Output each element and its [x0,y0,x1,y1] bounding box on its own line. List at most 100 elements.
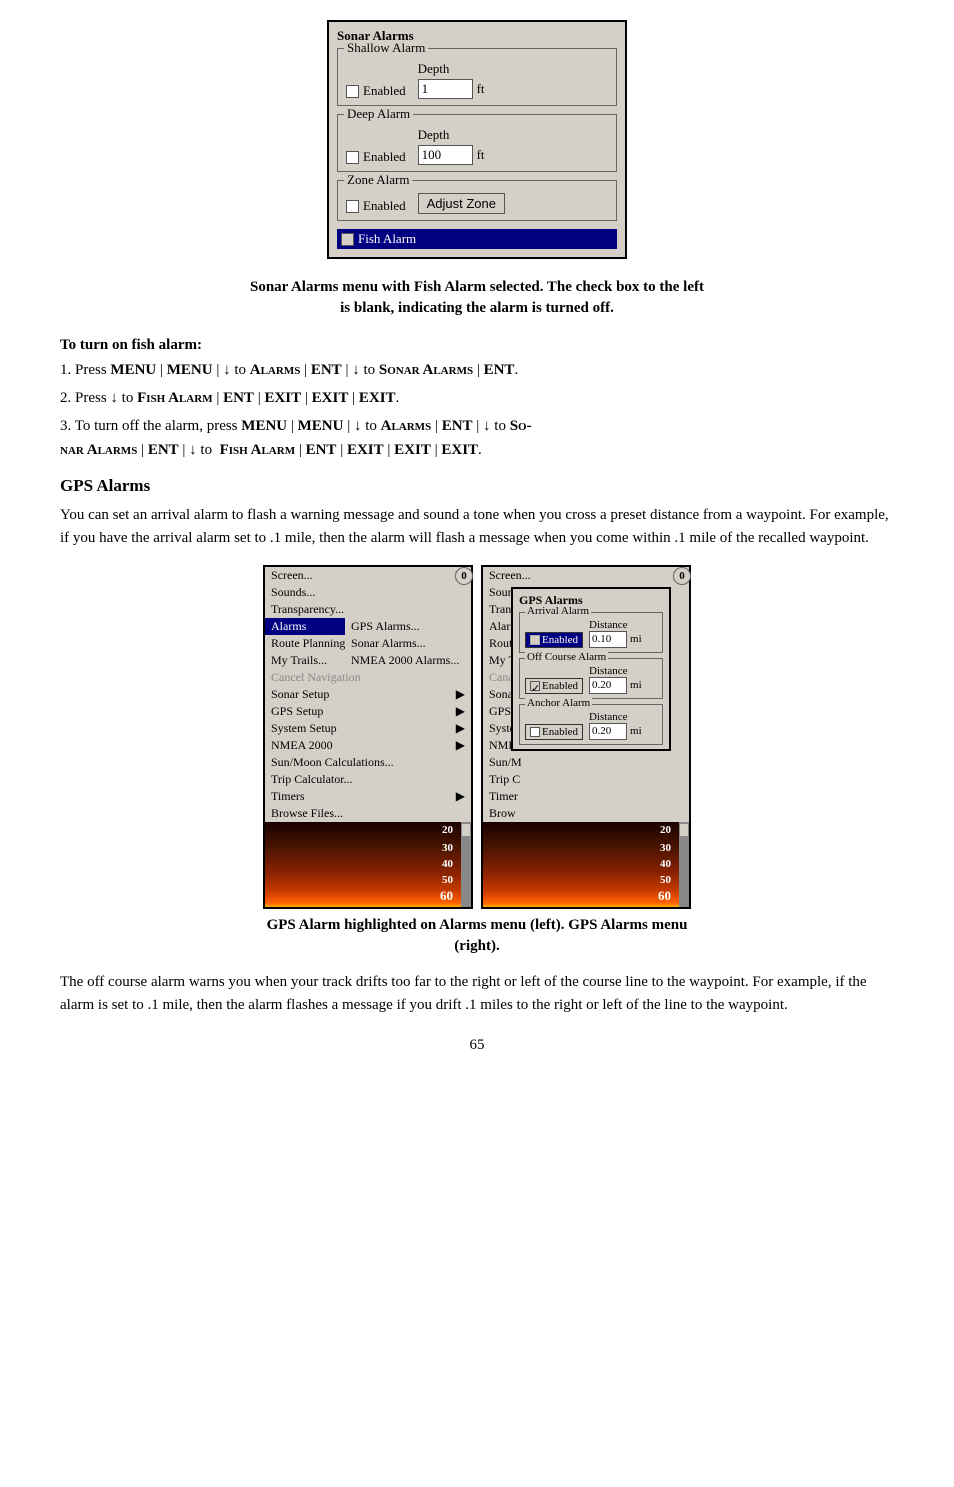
right-sonar-20: 20 [660,824,671,836]
right-browse[interactable]: Brow [483,805,689,822]
left-gps-setup[interactable]: GPS Setup ▶ [265,703,471,720]
deep-depth-input[interactable]: 100 [418,145,473,165]
fish-alarm-checkbox[interactable] [341,233,354,246]
left-sonar-alarms-sub[interactable]: Sonar Alarms... [345,635,471,652]
offcourse-enabled-box[interactable]: ✓Enabled [525,678,583,694]
deep-alarm-title: Deep Alarm [344,106,413,122]
arrival-row: Enabled Distance 0.10 mi [525,619,657,648]
right-screen[interactable]: Screen... ▶ [483,567,689,584]
offcourse-alarm-title: Off Course Alarm [525,651,608,663]
zone-enabled-label: Enabled [363,198,406,214]
adjust-zone-button[interactable]: Adjust Zone [418,193,505,214]
shallow-depth-input[interactable]: 1 [418,79,473,99]
left-timers[interactable]: Timers ▶ [265,788,471,805]
right-sonar-bg: 20 30 40 50 60 [483,822,689,907]
shallow-alarm-row: Enabled Depth 1 ft [346,61,608,99]
right-scrollbar[interactable] [679,822,689,907]
deep-alarm-row: Enabled Depth 100 ft [346,127,608,165]
left-cancel-nav: Cancel Navigation [265,669,471,686]
arrival-alarm-title: Arrival Alarm [525,605,591,617]
deep-enabled-group: Enabled [346,149,406,165]
offcourse-row: ✓Enabled Distance 0.20 mi [525,665,657,694]
anchor-dist-row: 0.20 mi [589,723,642,740]
offcourse-dist-input[interactable]: 0.20 [589,677,627,694]
deep-unit: ft [477,147,485,163]
off-course-text: The off course alarm warns you when your… [60,971,894,1018]
left-sonar-setup[interactable]: Sonar Setup ▶ [265,686,471,703]
gps-body-text: You can set an arrival alarm to flash a … [60,504,894,551]
deep-depth-col: Depth 100 ft [418,127,485,165]
left-sonar-bg: 20 30 40 50 60 [265,822,471,907]
left-alarms-row: Alarms GPS Alarms... [265,618,471,635]
offcourse-dist-row: 0.20 mi [589,677,642,694]
left-menu-transparency[interactable]: Transparency... [265,601,471,618]
arrival-check [530,635,540,645]
step3: 3. To turn off the alarm, press MENU | M… [60,414,894,462]
anchor-enabled-box[interactable]: Enabled [525,724,583,740]
deep-alarm-section: Deep Alarm Enabled Depth 100 ft [337,114,617,172]
anchor-dist-input[interactable]: 0.20 [589,723,627,740]
left-gps-alarms-sub[interactable]: GPS Alarms... [345,618,471,635]
deep-depth-label: Depth [418,127,485,143]
left-system-setup[interactable]: System Setup ▶ [265,720,471,737]
deep-enabled-checkbox[interactable] [346,151,359,164]
left-sun-moon[interactable]: Sun/Moon Calculations... [265,754,471,771]
anchor-dist-label: Distance [589,711,642,723]
zone-alarm-row: Enabled Adjust Zone [346,193,608,214]
anchor-alarm-title: Anchor Alarm [525,697,592,709]
right-sonar-40: 40 [660,858,671,870]
fish-alarm-row: Fish Alarm [337,229,617,249]
left-panel-wrapper: Screen... ▶ Sounds... Transparency... Al… [263,565,473,909]
arrival-alarm-section: Arrival Alarm Enabled Distance 0.10 mi [519,612,663,653]
left-menu-top: Screen... ▶ Sounds... Transparency... Al… [265,567,471,822]
right-timer[interactable]: Timer [483,788,689,805]
left-nmea[interactable]: NMEA 2000 ▶ [265,737,471,754]
left-zero-indicator: 0 [455,567,473,585]
left-sonar-30: 30 [442,842,453,854]
left-route-planning[interactable]: Route Planning [265,635,345,652]
left-browse[interactable]: Browse Files... [265,805,471,822]
right-zero-indicator: 0 [673,567,691,585]
left-menu-screen[interactable]: Screen... ▶ [265,567,471,584]
offcourse-alarm-section: Off Course Alarm ✓Enabled Distance 0.20 … [519,658,663,699]
right-sunmoon[interactable]: Sun/M [483,754,689,771]
left-menu-panel: Screen... ▶ Sounds... Transparency... Al… [263,565,473,909]
fish-alarm-heading: To turn on fish alarm: [60,337,894,354]
zone-enabled-checkbox[interactable] [346,200,359,213]
right-trip[interactable]: Trip C [483,771,689,788]
left-nmea-alarms-sub[interactable]: NMEA 2000 Alarms... [345,652,471,669]
right-sonar-30: 30 [660,842,671,854]
offcourse-unit: mi [630,679,642,691]
caption1: Sonar Alarms menu with Fish Alarm select… [60,277,894,319]
right-sonar-60: 60 [658,888,671,904]
arrival-enabled-box[interactable]: Enabled [525,632,583,648]
step1: 1. Press MENU | MENU | ↓ to Alarms | ENT… [60,358,894,382]
zone-alarm-section: Zone Alarm Enabled Adjust Zone [337,180,617,221]
zone-enabled-group: Enabled [346,198,406,214]
sonar-dialog-container: Sonar Alarms Shallow Alarm Enabled Depth… [60,20,894,259]
left-scroll-thumb [462,824,470,836]
anchor-unit: mi [630,725,642,737]
deep-enabled-label: Enabled [363,149,406,165]
arrival-dist-row: 0.10 mi [589,631,642,648]
left-route-row: Route Planning Sonar Alarms... [265,635,471,652]
shallow-alarm-title: Shallow Alarm [344,40,428,56]
page-number: 65 [60,1037,894,1054]
shallow-enabled-group: Enabled [346,83,406,99]
anchor-check [530,727,540,737]
arrival-dist-input[interactable]: 0.10 [589,631,627,648]
left-menu-sounds[interactable]: Sounds... [265,584,471,601]
shallow-alarm-section: Shallow Alarm Enabled Depth 1 ft [337,48,617,106]
left-sonar-50: 50 [442,874,453,886]
step2: 2. Press ↓ to Fish Alarm | ENT | EXIT | … [60,386,894,410]
left-menu-alarms[interactable]: Alarms [265,618,345,635]
left-trip-calc[interactable]: Trip Calculator... [265,771,471,788]
right-sonar-50: 50 [660,874,671,886]
offcourse-distance-col: Distance 0.20 mi [589,665,642,694]
offcourse-check: ✓ [530,681,540,691]
left-scrollbar[interactable] [461,822,471,907]
left-my-trails[interactable]: My Trails... [265,652,345,669]
deep-depth-input-row: 100 ft [418,145,485,165]
zone-alarm-title: Zone Alarm [344,172,412,188]
shallow-enabled-checkbox[interactable] [346,85,359,98]
